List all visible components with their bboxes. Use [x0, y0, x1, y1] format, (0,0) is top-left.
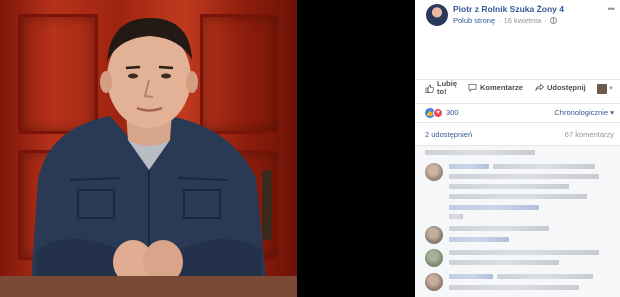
like-label: Lubię to! — [437, 80, 457, 96]
comments-count[interactable]: 67 komentarzy — [565, 130, 614, 139]
post-sidebar: Piotr z Rolnik Szuka Żony 4 Polub stronę… — [415, 0, 620, 297]
shares-count-link[interactable]: 2 udostępnień — [425, 130, 472, 139]
comments-list-blurred — [415, 145, 620, 297]
blurred-avatar — [425, 273, 443, 291]
comment-icon — [468, 83, 477, 92]
comment-sort-dropdown[interactable]: Chronologicznie ▾ — [554, 108, 614, 117]
post-actions-bar: Lubię to! Komentarze Udostępnij ▼ — [415, 79, 620, 101]
share-label: Udostępnij — [547, 83, 586, 92]
comment-label: Komentarze — [480, 83, 523, 92]
thumbs-up-icon — [425, 83, 434, 93]
reaction-icons[interactable]: 👍 ♥ — [425, 108, 443, 118]
blurred-text — [449, 164, 489, 169]
reaction-count[interactable]: 300 — [446, 108, 459, 117]
more-options-icon[interactable]: ••• — [608, 4, 616, 14]
like-page-link[interactable]: Polub stronę — [453, 16, 495, 25]
user-avatar — [597, 84, 608, 94]
blurred-text — [497, 274, 593, 279]
blurred-text — [449, 250, 599, 255]
blurred-text — [449, 226, 549, 231]
blurred-text — [449, 194, 587, 199]
blurred-text — [449, 184, 569, 189]
reactions-summary: 👍 ♥ 300 Chronologicznie ▾ — [415, 103, 620, 120]
like-button[interactable]: Lubię to! — [425, 80, 457, 96]
blurred-text — [449, 205, 539, 210]
like-label-line2: to! — [437, 87, 447, 96]
meta-separator: · — [544, 16, 547, 25]
stats-row: 2 udostępnień 67 komentarzy — [415, 122, 620, 144]
post-meta: Polub stronę · 16 kwietnia · — [453, 16, 557, 25]
love-reaction-icon: ♥ — [433, 108, 443, 118]
blurred-avatar — [425, 249, 443, 267]
blurred-text — [449, 260, 559, 265]
blurred-text — [493, 164, 595, 169]
man-figure — [0, 18, 297, 297]
blurred-text — [449, 214, 463, 219]
share-arrow-icon — [535, 83, 544, 91]
blurred-text — [449, 237, 509, 242]
meta-separator: · — [498, 16, 501, 25]
page-name-link[interactable]: Piotr z Rolnik Szuka Żony 4 — [453, 4, 564, 14]
caret-down-icon: ▼ — [608, 86, 614, 92]
post-header: Piotr z Rolnik Szuka Żony 4 Polub stronę… — [415, 0, 620, 30]
page-avatar[interactable] — [426, 4, 448, 26]
comment-button[interactable]: Komentarze — [468, 83, 523, 92]
blurred-avatar — [425, 226, 443, 244]
photo-viewer — [0, 0, 415, 297]
blurred-avatar — [425, 163, 443, 181]
blurred-text — [449, 174, 599, 179]
post-date[interactable]: 16 kwietnia — [504, 16, 542, 25]
blurred-text — [449, 285, 579, 290]
post-photo[interactable] — [0, 0, 297, 297]
share-button[interactable]: Udostępnij — [535, 83, 586, 92]
blurred-text — [449, 274, 493, 279]
post-as-selector[interactable]: ▼ — [597, 84, 614, 94]
globe-icon — [549, 17, 557, 24]
blurred-text — [425, 150, 535, 155]
